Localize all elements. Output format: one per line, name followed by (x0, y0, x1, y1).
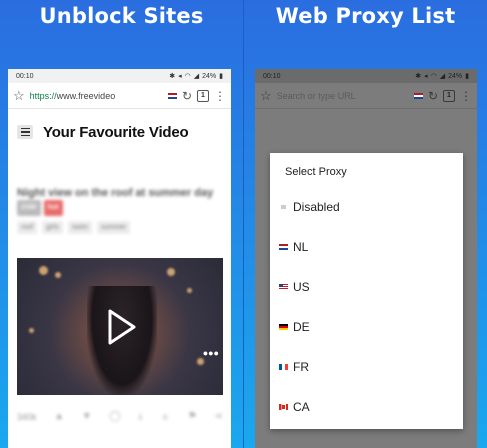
us-flag-icon (279, 284, 288, 290)
flag-report-icon[interactable]: ⚑ (188, 411, 197, 422)
wifi-icon: ◠ (430, 73, 437, 80)
nl-flag-icon[interactable] (413, 92, 423, 99)
status-icons: ✱ ◂ ◠ ◢ 24% ▮ (169, 72, 223, 81)
wifi-icon: ◠ (184, 73, 191, 80)
hot-badge: hot (43, 200, 63, 216)
comment-icon[interactable]: ◯ (109, 411, 120, 422)
bokeh-light (29, 328, 34, 333)
bluetooth-icon: ✱ (415, 73, 422, 80)
proxy-option-fr[interactable]: FR (279, 357, 454, 377)
video-title: Night view on the roof at summer day (17, 187, 214, 199)
share-icon[interactable]: ⋖ (215, 411, 223, 422)
status-bar: 00:10 ✱ ◂ ◠ ◢ 24% ▮ (255, 69, 477, 83)
battery-percent: 24% (202, 72, 217, 80)
tag-item[interactable]: summer (96, 221, 131, 234)
proxy-option-disabled[interactable]: Disabled (279, 197, 454, 217)
tab-switcher-button[interactable]: 1 (443, 89, 455, 102)
status-time: 00:10 (16, 72, 34, 80)
resolution-badge: 2160 (17, 200, 41, 216)
reload-icon[interactable]: ↻ (428, 89, 438, 103)
download-icon[interactable]: ⤓ (138, 411, 142, 422)
url-scheme: https:// (29, 90, 57, 101)
proxy-option-us[interactable]: US (279, 277, 454, 297)
add-icon[interactable]: ＋ (160, 409, 170, 424)
signal-icon: ◢ (439, 73, 446, 80)
bokeh-light (197, 358, 204, 365)
proxy-option-label: Disabled (293, 200, 340, 214)
battery-icon: ▮ (219, 73, 223, 80)
de-flag-icon (279, 324, 288, 330)
dialog-title: Select Proxy (285, 166, 347, 178)
url-field[interactable]: Search or type URL (276, 86, 423, 105)
overflow-menu-icon[interactable]: ⋮ (214, 90, 226, 102)
reload-icon[interactable]: ↻ (182, 89, 192, 103)
mute-icon: ◂ (178, 73, 182, 80)
overflow-menu-icon[interactable]: ⋮ (460, 90, 472, 102)
right-phone-screen: 00:10 ✱ ◂ ◠ ◢ 24% ▮ ☆ Search or type URL… (255, 69, 477, 448)
video-actions-bar: 340k ▲ ▼ ◯ ⤓ ＋ ⚑ ⋖ (17, 409, 223, 424)
bokeh-light (39, 266, 48, 275)
nl-flag-icon (279, 244, 288, 250)
tag-item[interactable]: girls (42, 221, 63, 234)
video-tags: roof girls swim summer (17, 221, 131, 234)
proxy-option-nl[interactable]: NL (279, 237, 454, 257)
right-panel-title: Web Proxy List (275, 4, 456, 28)
bluetooth-icon: ✱ (169, 73, 176, 80)
site-header: Your Favourite Video (8, 115, 231, 149)
url-placeholder: Search or type URL (276, 90, 356, 101)
proxy-option-label: DE (293, 320, 310, 334)
proxy-option-label: CA (293, 400, 310, 414)
view-count: 340k (17, 411, 37, 422)
site-title: Your Favourite Video (43, 123, 189, 141)
url-host: www.freevideo (56, 90, 116, 101)
tag-item[interactable]: roof (17, 221, 38, 234)
select-proxy-dialog: Select Proxy Disabled NL US DE FR CA (270, 153, 463, 429)
proxy-option-ca[interactable]: CA (279, 397, 454, 417)
status-icons: ✱ ◂ ◠ ◢ 24% ▮ (415, 72, 469, 81)
status-bar: 00:10 ✱ ◂ ◠ ◢ 24% ▮ (8, 69, 231, 83)
fr-flag-icon (279, 364, 288, 370)
ca-flag-icon (279, 404, 288, 410)
nl-flag-icon[interactable] (167, 92, 177, 99)
video-title-block[interactable]: Night view on the roof at summer day 216… (17, 186, 217, 216)
battery-icon: ▮ (465, 73, 469, 80)
bokeh-light (167, 268, 175, 276)
video-thumbnail[interactable]: ●●● (17, 258, 223, 395)
left-promo-panel: Unblock Sites 00:10 ✱ ◂ ◠ ◢ 24% ▮ ☆ http… (0, 0, 243, 448)
no-flag-icon (281, 205, 286, 209)
browser-toolbar: ☆ https://www.freevideo ↻ 1 ⋮ (8, 83, 231, 109)
hamburger-menu-icon[interactable] (17, 125, 33, 139)
status-time: 00:10 (263, 72, 281, 80)
proxy-option-label: US (293, 280, 310, 294)
left-panel-title: Unblock Sites (39, 4, 204, 28)
bookmark-star-icon[interactable]: ☆ (260, 88, 272, 104)
left-phone-screen: 00:10 ✱ ◂ ◠ ◢ 24% ▮ ☆ https://www.freevi… (8, 69, 231, 448)
proxy-option-de[interactable]: DE (279, 317, 454, 337)
battery-percent: 24% (448, 72, 463, 80)
signal-icon: ◢ (193, 73, 200, 80)
like-icon[interactable]: ▲ (54, 411, 64, 422)
tag-item[interactable]: swim (67, 221, 92, 234)
proxy-option-label: NL (293, 240, 309, 254)
bookmark-star-icon[interactable]: ☆ (13, 88, 25, 104)
url-field[interactable]: https://www.freevideo (29, 86, 177, 105)
browser-toolbar: ☆ Search or type URL ↻ 1 ⋮ (255, 83, 477, 109)
mute-icon: ◂ (424, 73, 428, 80)
more-options-icon[interactable]: ●●● (203, 348, 219, 358)
tab-switcher-button[interactable]: 1 (197, 89, 209, 102)
proxy-option-label: FR (293, 360, 309, 374)
bokeh-light (55, 272, 61, 278)
right-promo-panel: Web Proxy List 00:10 ✱ ◂ ◠ ◢ 24% ▮ ☆ Sea… (244, 0, 487, 448)
bokeh-light (187, 288, 192, 293)
play-icon[interactable] (100, 307, 140, 347)
dislike-icon[interactable]: ▼ (82, 411, 92, 422)
